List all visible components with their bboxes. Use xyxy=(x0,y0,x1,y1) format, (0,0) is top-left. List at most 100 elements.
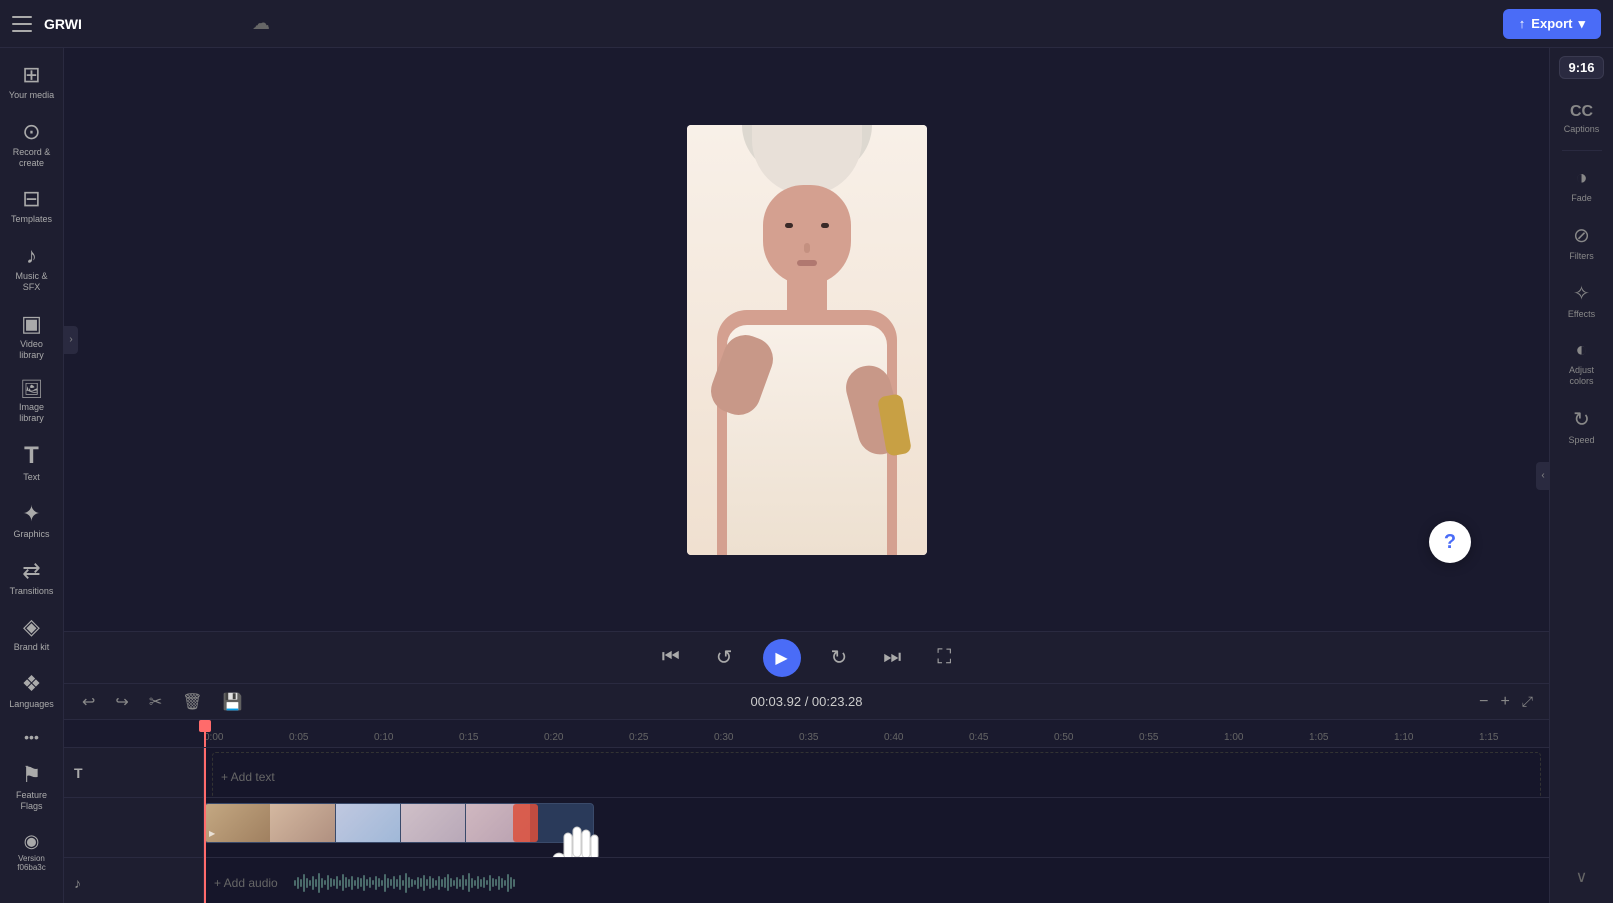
filters-icon: ⊘ xyxy=(1573,223,1590,248)
sidebar-label-music-sfx: Music & SFX xyxy=(8,271,56,293)
clip-thumbnail-1: ▶ xyxy=(205,804,270,842)
add-text-label: + Add text xyxy=(221,770,275,784)
adjust-colors-icon: ◐ xyxy=(1575,339,1587,362)
sidebar-label-languages: Languages xyxy=(9,699,54,710)
main-layout: ⊞ Your media ⊙ Record &create ⊟ Template… xyxy=(0,48,1613,903)
effects-label: Effects xyxy=(1568,309,1595,319)
menu-icon[interactable] xyxy=(12,16,32,32)
collapse-left-sidebar-button[interactable]: › xyxy=(64,326,78,354)
rewind-button[interactable]: ↺ xyxy=(710,639,739,676)
delete-button[interactable]: 🗑 xyxy=(176,688,208,716)
export-chevron: ▾ xyxy=(1578,16,1585,32)
sidebar-item-your-media[interactable]: ⊞ Your media xyxy=(4,56,60,109)
timeline-time-display: 00:03.92 / 00:23.28 xyxy=(750,694,862,709)
text-icon: T xyxy=(24,444,39,468)
left-sidebar: ⊞ Your media ⊙ Record &create ⊟ Template… xyxy=(0,48,64,903)
clip-thumbnail-3 xyxy=(335,804,400,842)
sidebar-item-languages[interactable]: ❖ Languages xyxy=(4,665,60,718)
sidebar-item-record[interactable]: ⊙ Record &create xyxy=(4,113,60,177)
ruler-mark-20: 0:20 xyxy=(544,732,629,743)
ruler-mark-110: 1:10 xyxy=(1394,732,1479,743)
more-icon: ••• xyxy=(24,730,39,744)
ruler-mark-5: 0:05 xyxy=(289,732,374,743)
timeline-zoom-controls: − + ⤢ xyxy=(1475,689,1537,715)
languages-icon: ❖ xyxy=(22,673,42,695)
sidebar-label-templates: Templates xyxy=(11,214,52,225)
music-sfx-icon: ♪ xyxy=(26,245,37,267)
text-track-icon: T xyxy=(74,765,83,781)
sidebar-label-video-library: Video library xyxy=(8,339,56,361)
zoom-out-button[interactable]: − xyxy=(1475,689,1492,715)
add-text-area[interactable]: + Add text xyxy=(212,752,1541,797)
zoom-in-button[interactable]: + xyxy=(1496,689,1513,715)
ruler-mark-115: 1:15 xyxy=(1479,732,1549,743)
undo-button[interactable]: ↩ xyxy=(76,688,101,716)
ruler-mark-45: 0:45 xyxy=(969,732,1054,743)
skip-back-button[interactable]: ⏮ xyxy=(656,640,686,675)
ruler-mark-100: 1:00 xyxy=(1224,732,1309,743)
sidebar-label-graphics: Graphics xyxy=(13,529,49,540)
sidebar-item-graphics[interactable]: ✦ Graphics xyxy=(4,495,60,548)
brand-kit-icon: ◈ xyxy=(23,616,40,638)
right-sidebar-item-effects[interactable]: ✧ Effects xyxy=(1554,273,1610,327)
sidebar-item-more[interactable]: ••• xyxy=(4,722,60,752)
help-button[interactable]: ? xyxy=(1429,521,1471,563)
sidebar-item-text[interactable]: T Text xyxy=(4,436,60,491)
sidebar-item-version[interactable]: ◉ Versionf06ba3c xyxy=(4,824,60,881)
play-button[interactable]: ▶ xyxy=(763,639,801,677)
right-sidebar-item-filters[interactable]: ⊘ Filters xyxy=(1554,215,1610,269)
right-sidebar-item-adjust-colors[interactable]: ◐ Adjustcolors xyxy=(1554,331,1610,395)
export-up-arrow: ↑ xyxy=(1519,16,1526,31)
sidebar-item-feature-flags[interactable]: ⚑ Feature Flags xyxy=(4,756,60,820)
ruler-mark-35: 0:35 xyxy=(799,732,884,743)
ruler-mark-105: 1:05 xyxy=(1309,732,1394,743)
divider-1 xyxy=(1562,150,1602,151)
sidebar-item-music-sfx[interactable]: ♪ Music & SFX xyxy=(4,237,60,301)
audio-waveform xyxy=(294,868,1549,898)
sidebar-item-transitions[interactable]: ⇄ Transitions xyxy=(4,552,60,605)
right-sidebar-item-captions[interactable]: CC Captions xyxy=(1554,95,1610,142)
expand-bottom-button[interactable]: ∨ xyxy=(1576,867,1588,895)
redo-button[interactable]: ↪ xyxy=(109,688,134,716)
ruler-mark-30: 0:30 xyxy=(714,732,799,743)
sidebar-item-brand-kit[interactable]: ◈ Brand kit xyxy=(4,608,60,661)
right-sidebar-item-fade[interactable]: ◑ Fade xyxy=(1554,159,1610,211)
ruler-mark-10: 0:10 xyxy=(374,732,459,743)
add-audio-label: + Add audio xyxy=(214,876,278,890)
export-label: Export xyxy=(1531,16,1572,31)
speed-label: Speed xyxy=(1568,435,1594,445)
video-clip[interactable]: ▶ xyxy=(204,803,594,843)
sidebar-item-image-library[interactable]: 🖼 Image library xyxy=(4,372,60,432)
save-to-library-button[interactable]: 💾 xyxy=(217,688,249,716)
ruler-mark-55: 0:55 xyxy=(1139,732,1224,743)
timeline-expand-button[interactable]: ⤢ xyxy=(1518,689,1537,714)
audio-track-row: ♪ + Add audio xyxy=(64,858,1549,903)
timeline-playhead-line xyxy=(204,798,206,857)
aspect-ratio-badge[interactable]: 9:16 xyxy=(1559,56,1603,79)
skip-forward-button[interactable]: ⏭ xyxy=(877,640,907,675)
ruler-marks: 0:00 0:05 0:10 0:15 0:20 0:25 0:30 0:35 … xyxy=(204,732,1549,743)
controls-bar: ⏮ ↺ ▶ ↻ ⏭ ⛶ xyxy=(64,631,1549,683)
feature-flags-icon: ⚑ xyxy=(22,764,42,786)
collapse-right-sidebar-button[interactable]: ‹ xyxy=(1536,462,1550,490)
video-track-row: ▶ xyxy=(64,798,1549,858)
your-media-icon: ⊞ xyxy=(22,64,40,86)
forward-button[interactable]: ↻ xyxy=(825,639,854,676)
audio-track-content[interactable]: + Add audio xyxy=(204,858,1549,903)
aspect-ratio-value: 9:16 xyxy=(1568,61,1594,74)
sidebar-item-templates[interactable]: ⊟ Templates xyxy=(4,180,60,233)
image-library-icon: 🖼 xyxy=(20,380,43,398)
fullscreen-button[interactable]: ⛶ xyxy=(931,640,957,675)
text-track-content[interactable]: + Add text xyxy=(204,748,1549,797)
cut-button[interactable]: ✂ xyxy=(143,688,168,716)
sidebar-item-video-library[interactable]: ▣ Video library xyxy=(4,305,60,369)
right-sidebar-item-speed[interactable]: ↻ Speed xyxy=(1554,399,1610,453)
preview-area: › xyxy=(64,48,1549,631)
export-button[interactable]: ↑ Export ▾ xyxy=(1503,9,1601,39)
chevron-down-icon: ∨ xyxy=(1576,869,1588,886)
project-title-input[interactable] xyxy=(44,16,240,32)
video-track-content[interactable]: ▶ xyxy=(204,798,1549,857)
timeline-ruler: 0:00 0:05 0:10 0:15 0:20 0:25 0:30 0:35 … xyxy=(64,720,1549,748)
right-sidebar: ‹ 9:16 CC Captions ◑ Fade ⊘ Filters ✧ Ef… xyxy=(1549,48,1613,903)
text-track-label: T xyxy=(64,748,204,797)
